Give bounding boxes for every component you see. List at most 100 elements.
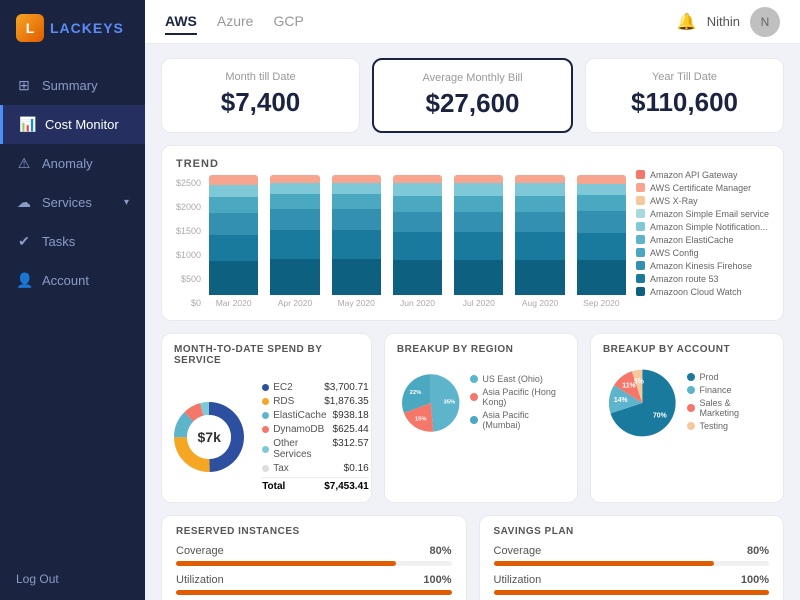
savings-bar-fill bbox=[176, 590, 452, 595]
sidebar-item-services[interactable]: ☁ Services ▾ bbox=[0, 183, 145, 222]
legend-item: AWS Config bbox=[636, 248, 769, 258]
legend-color bbox=[636, 209, 645, 218]
savings-metric-row: Utilization100% bbox=[176, 574, 452, 595]
spend-service: EC2 bbox=[262, 382, 292, 393]
sidebar-item-label: Cost Monitor bbox=[45, 117, 119, 132]
bar-segment bbox=[454, 232, 503, 259]
bar-segment bbox=[454, 212, 503, 233]
spend-row: DynamoDB $625.44 bbox=[262, 424, 369, 435]
bar-label: Jun 2020 bbox=[400, 298, 435, 308]
pie-legend-label: Finance bbox=[699, 385, 731, 395]
savings-label: Utilization bbox=[494, 574, 542, 586]
spend-service: RDS bbox=[262, 396, 294, 407]
metric-avg-monthly: Average Monthly Bill $27,600 bbox=[372, 58, 573, 133]
legend-color bbox=[636, 261, 645, 270]
total-amount: $7,453.41 bbox=[324, 481, 369, 492]
notification-icon[interactable]: 🔔 bbox=[677, 12, 697, 32]
bar-segment bbox=[209, 175, 258, 185]
savings-title: SAVINGS PLAN bbox=[494, 526, 770, 537]
trend-title: TREND bbox=[176, 158, 626, 170]
legend-color bbox=[636, 248, 645, 257]
bar-column: Sep 2020 bbox=[577, 175, 626, 308]
bar-segment bbox=[332, 259, 381, 295]
tab-aws[interactable]: AWS bbox=[165, 9, 197, 35]
savings-bar-background bbox=[494, 561, 770, 566]
trend-legend: Amazon API Gateway AWS Certificate Manage… bbox=[636, 158, 769, 308]
pie-legend-item: US East (Ohio) bbox=[470, 374, 565, 384]
svg-text:5%: 5% bbox=[634, 378, 644, 385]
tab-gcp[interactable]: GCP bbox=[273, 9, 303, 35]
bar-segment bbox=[270, 259, 319, 295]
legend-item: Amazon route 53 bbox=[636, 274, 769, 284]
svg-text:35%: 35% bbox=[443, 400, 456, 406]
metric-label: Average Monthly Bill bbox=[390, 72, 555, 84]
bar-segment bbox=[332, 183, 381, 194]
bar-segment bbox=[270, 175, 319, 183]
cost-monitor-icon: 📊 bbox=[19, 116, 35, 133]
logo: L LACKEYS bbox=[0, 0, 145, 56]
spend-label: Other Services bbox=[273, 438, 326, 460]
savings-plan-card: SAVINGS PLAN Coverage80%Utilization100% bbox=[479, 515, 785, 600]
spend-dot bbox=[262, 412, 269, 419]
metric-year-to-date: Year Till Date $110,600 bbox=[585, 58, 784, 133]
tab-azure[interactable]: Azure bbox=[217, 9, 254, 35]
metric-value: $110,600 bbox=[602, 87, 767, 118]
sidebar-item-summary[interactable]: ⊞ Summary bbox=[0, 66, 145, 105]
bar-segment bbox=[515, 212, 564, 233]
chevron-down-icon: ▾ bbox=[124, 197, 129, 208]
sidebar-item-label: Anomaly bbox=[42, 156, 93, 171]
pie-legend-item: Asia Pacific (Mumbai) bbox=[470, 410, 565, 430]
total-label: Total bbox=[262, 481, 285, 492]
bar-segment bbox=[515, 175, 564, 183]
logout-button[interactable]: Log Out bbox=[0, 558, 145, 600]
legend-item: Amazon API Gateway bbox=[636, 170, 769, 180]
trend-chart: TREND $2500 $2000 $1500 $1000 $500 $0 Ma… bbox=[176, 158, 626, 308]
bar-label: Aug 2020 bbox=[522, 298, 558, 308]
account-icon: 👤 bbox=[16, 272, 32, 289]
pie-legend-dot bbox=[470, 416, 478, 424]
legend-label: Amazon route 53 bbox=[650, 274, 719, 284]
bar-segment bbox=[577, 175, 626, 184]
sidebar-item-tasks[interactable]: ✔ Tasks bbox=[0, 222, 145, 261]
pie-legend-dot bbox=[470, 393, 478, 401]
bars-area: Mar 2020Apr 2020May 2020Jun 2020Jul 2020… bbox=[209, 178, 626, 308]
sidebar-item-cost-monitor[interactable]: 📊 Cost Monitor bbox=[0, 105, 145, 144]
region-title: BREAKUP BY REGION bbox=[397, 344, 565, 355]
savings-bar-background bbox=[176, 590, 452, 595]
metric-label: Month till Date bbox=[178, 71, 343, 83]
spend-amount: $312.57 bbox=[333, 438, 369, 460]
sidebar-item-label: Tasks bbox=[42, 234, 75, 249]
avatar: N bbox=[750, 7, 780, 37]
anomaly-icon: ⚠ bbox=[16, 155, 32, 172]
sidebar-item-account[interactable]: 👤 Account bbox=[0, 261, 145, 300]
spend-label: RDS bbox=[273, 396, 294, 407]
spend-by-service-card: MONTH-TO-DATE SPEND BY SERVICE $7k EC2 bbox=[161, 333, 372, 503]
spend-row: Other Services $312.57 bbox=[262, 438, 369, 460]
pie-legend-item: Finance bbox=[687, 385, 771, 395]
spend-row: RDS $1,876.35 bbox=[262, 396, 369, 407]
pie-legend-dot bbox=[470, 375, 478, 383]
savings-bar-fill bbox=[494, 561, 714, 566]
bar-segment bbox=[454, 175, 503, 183]
savings-label: Coverage bbox=[176, 545, 224, 557]
content-area: Month till Date $7,400 Average Monthly B… bbox=[145, 44, 800, 600]
spend-label: EC2 bbox=[273, 382, 292, 393]
spend-amount: $0.16 bbox=[344, 463, 369, 474]
legend-label: Amazon Kinesis Firehose bbox=[650, 261, 752, 271]
legend-label: AWS Certificate Manager bbox=[650, 183, 751, 193]
legend-label: Amazon Simple Email service bbox=[650, 209, 769, 219]
spend-dot bbox=[262, 465, 269, 472]
sidebar-item-anomaly[interactable]: ⚠ Anomaly bbox=[0, 144, 145, 183]
spend-title: MONTH-TO-DATE SPEND BY SERVICE bbox=[174, 344, 359, 366]
pie-legend-label: Testing bbox=[699, 421, 728, 431]
savings-label-row: Coverage80% bbox=[176, 545, 452, 557]
bar-label: Apr 2020 bbox=[278, 298, 313, 308]
logo-text: LACKEYS bbox=[50, 20, 124, 36]
bar-segment bbox=[577, 184, 626, 196]
spend-table: EC2 $3,700.71 RDS $1,876.35 ElastiCache … bbox=[262, 382, 369, 492]
savings-label-row: Utilization100% bbox=[494, 574, 770, 586]
metric-cards: Month till Date $7,400 Average Monthly B… bbox=[161, 58, 784, 133]
bar-segment bbox=[393, 175, 442, 183]
bar-segment bbox=[577, 233, 626, 260]
spend-dot bbox=[262, 384, 269, 391]
